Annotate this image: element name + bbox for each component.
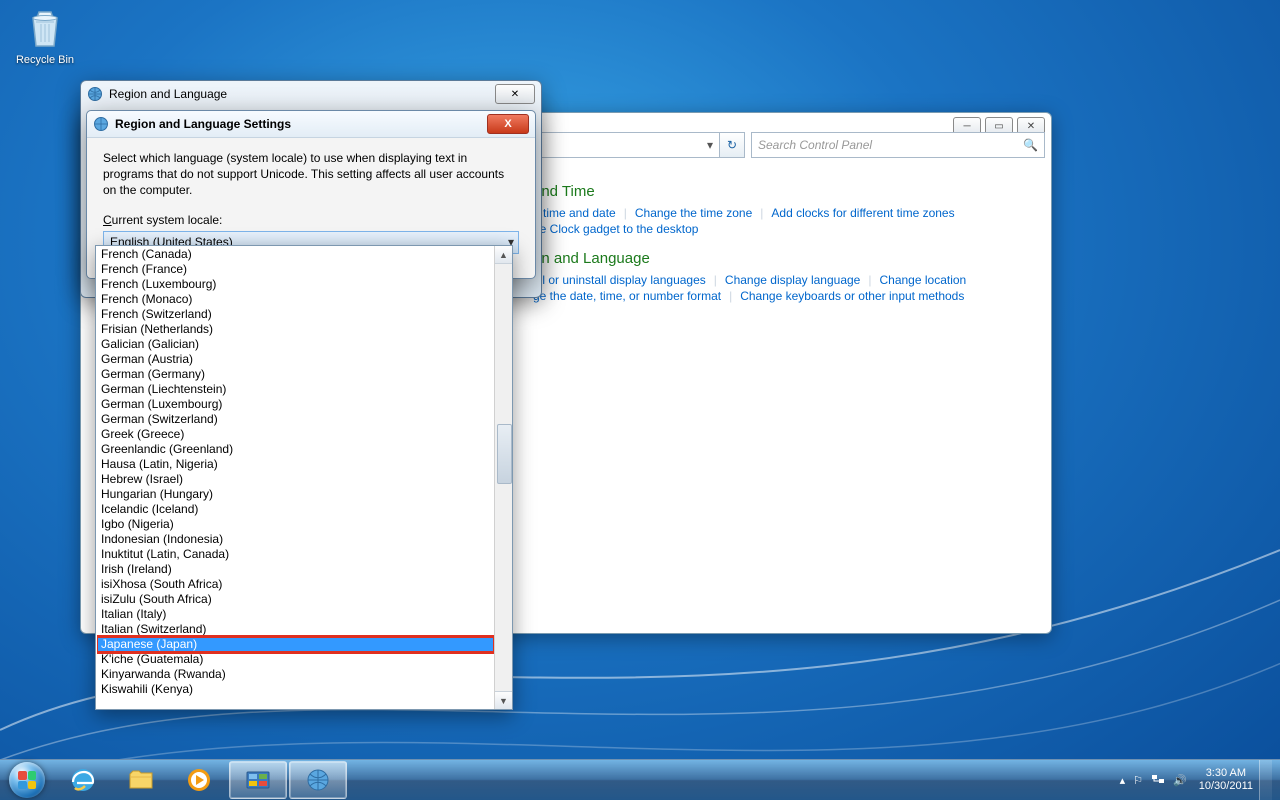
media-player-icon bbox=[185, 766, 213, 794]
locale-option[interactable]: German (Liechtenstein) bbox=[97, 382, 494, 397]
recycle-bin-label: Recycle Bin bbox=[10, 54, 80, 66]
locale-option[interactable]: Igbo (Nigeria) bbox=[97, 517, 494, 532]
locale-option[interactable]: isiXhosa (South Africa) bbox=[97, 577, 494, 592]
settings-dialog-close-button[interactable]: X bbox=[487, 114, 529, 134]
region-dialog-close-button[interactable]: ✕ bbox=[495, 84, 535, 104]
locale-option[interactable]: Frisian (Netherlands) bbox=[97, 322, 494, 337]
control-panel-link[interactable]: Change location bbox=[879, 273, 966, 287]
locale-option[interactable]: German (Austria) bbox=[97, 352, 494, 367]
clock-date: 10/30/2011 bbox=[1199, 780, 1253, 793]
settings-description: Select which language (system locale) to… bbox=[103, 150, 519, 199]
locale-option[interactable]: Greek (Greece) bbox=[97, 427, 494, 442]
refresh-button[interactable]: ↻ bbox=[720, 132, 745, 158]
locale-option[interactable]: Inuktitut (Latin, Canada) bbox=[97, 547, 494, 562]
locale-option[interactable]: Icelandic (Iceland) bbox=[97, 502, 494, 517]
locale-option[interactable]: Greenlandic (Greenland) bbox=[97, 442, 494, 457]
action-center-icon[interactable]: ⚐ bbox=[1133, 774, 1143, 787]
search-icon: 🔍 bbox=[1023, 138, 1038, 152]
clock-time: 3:30 AM bbox=[1199, 767, 1253, 780]
locale-option[interactable]: German (Switzerland) bbox=[97, 412, 494, 427]
region-language-heading: on and Language bbox=[533, 250, 1039, 267]
search-placeholder: Search Control Panel bbox=[758, 138, 872, 152]
control-panel-link[interactable]: all or uninstall display languages bbox=[533, 273, 706, 287]
locale-option[interactable]: K'iche (Guatemala) bbox=[97, 652, 494, 667]
folder-icon bbox=[127, 766, 155, 794]
locale-option[interactable]: isiZulu (South Africa) bbox=[97, 592, 494, 607]
locale-option[interactable]: Galician (Galician) bbox=[97, 337, 494, 352]
search-input[interactable]: Search Control Panel 🔍 bbox=[751, 132, 1045, 158]
start-button[interactable] bbox=[0, 760, 54, 800]
locale-option[interactable]: Italian (Italy) bbox=[97, 607, 494, 622]
control-panel-link[interactable]: Add clocks for different time zones bbox=[771, 206, 954, 220]
show-desktop-button[interactable] bbox=[1259, 760, 1272, 800]
locale-option[interactable]: German (Germany) bbox=[97, 367, 494, 382]
scrollbar-thumb[interactable] bbox=[497, 424, 512, 484]
globe-icon bbox=[87, 86, 103, 102]
recycle-bin-desktop-icon[interactable]: Recycle Bin bbox=[10, 4, 80, 66]
control-panel-link[interactable]: Change display language bbox=[725, 273, 860, 287]
control-panel-icon bbox=[244, 766, 272, 794]
locale-option[interactable]: Hungarian (Hungary) bbox=[97, 487, 494, 502]
locale-option[interactable]: German (Luxembourg) bbox=[97, 397, 494, 412]
locale-option[interactable]: Italian (Switzerland) bbox=[97, 622, 494, 637]
locale-option[interactable]: Kinyarwanda (Rwanda) bbox=[97, 667, 494, 682]
locale-option[interactable]: Indonesian (Indonesia) bbox=[97, 532, 494, 547]
network-icon[interactable] bbox=[1151, 772, 1165, 789]
control-panel-link[interactable]: Change keyboards or other input methods bbox=[740, 289, 964, 303]
locale-dropdown-list: French (Canada)French (France)French (Lu… bbox=[95, 245, 513, 710]
locale-option[interactable]: Irish (Ireland) bbox=[97, 562, 494, 577]
globe-icon bbox=[93, 116, 109, 132]
locale-option[interactable]: French (Canada) bbox=[97, 247, 494, 262]
globe-icon bbox=[304, 766, 332, 794]
control-panel-link[interactable]: ge the date, time, or number format bbox=[533, 289, 721, 303]
taskbar-wmp-button[interactable] bbox=[171, 762, 227, 798]
control-panel-link[interactable]: he Clock gadget to the desktop bbox=[533, 222, 698, 236]
locale-option[interactable]: Kiswahili (Kenya) bbox=[97, 682, 494, 697]
volume-icon[interactable]: 🔊 bbox=[1173, 774, 1187, 787]
taskbar: ▴ ⚐ 🔊 3:30 AM 10/30/2011 bbox=[0, 759, 1280, 800]
locale-option[interactable]: Hausa (Latin, Nigeria) bbox=[97, 457, 494, 472]
taskbar-control-panel-button[interactable] bbox=[229, 761, 287, 799]
taskbar-clock[interactable]: 3:30 AM 10/30/2011 bbox=[1199, 767, 1253, 793]
locale-option[interactable]: French (Monaco) bbox=[97, 292, 494, 307]
control-panel-link[interactable]: e time and date bbox=[533, 206, 616, 220]
dropdown-scrollbar[interactable]: ▲ ▼ bbox=[494, 246, 512, 709]
scroll-down-button[interactable]: ▼ bbox=[495, 691, 512, 709]
locale-option[interactable]: Hebrew (Israel) bbox=[97, 472, 494, 487]
taskbar-explorer-button[interactable] bbox=[113, 762, 169, 798]
locale-option[interactable]: Japanese (Japan) bbox=[97, 637, 494, 652]
scroll-up-button[interactable]: ▲ bbox=[495, 246, 512, 264]
control-panel-link[interactable]: Change the time zone bbox=[635, 206, 752, 220]
ie-icon bbox=[69, 766, 97, 794]
region-dialog-title: Region and Language bbox=[109, 87, 227, 101]
taskbar-ie-button[interactable] bbox=[55, 762, 111, 798]
locale-option[interactable]: French (Switzerland) bbox=[97, 307, 494, 322]
system-tray: ▴ ⚐ 🔊 3:30 AM 10/30/2011 bbox=[1116, 760, 1280, 800]
show-hidden-icons-button[interactable]: ▴ bbox=[1120, 774, 1126, 787]
settings-dialog-title: Region and Language Settings bbox=[115, 117, 291, 131]
locale-option[interactable]: French (France) bbox=[97, 262, 494, 277]
locale-option[interactable]: French (Luxembourg) bbox=[97, 277, 494, 292]
taskbar-region-button[interactable] bbox=[289, 761, 347, 799]
recycle-bin-icon bbox=[21, 4, 69, 52]
date-time-heading: and Time bbox=[533, 183, 1039, 200]
current-locale-label: Current system locale: bbox=[103, 213, 519, 227]
